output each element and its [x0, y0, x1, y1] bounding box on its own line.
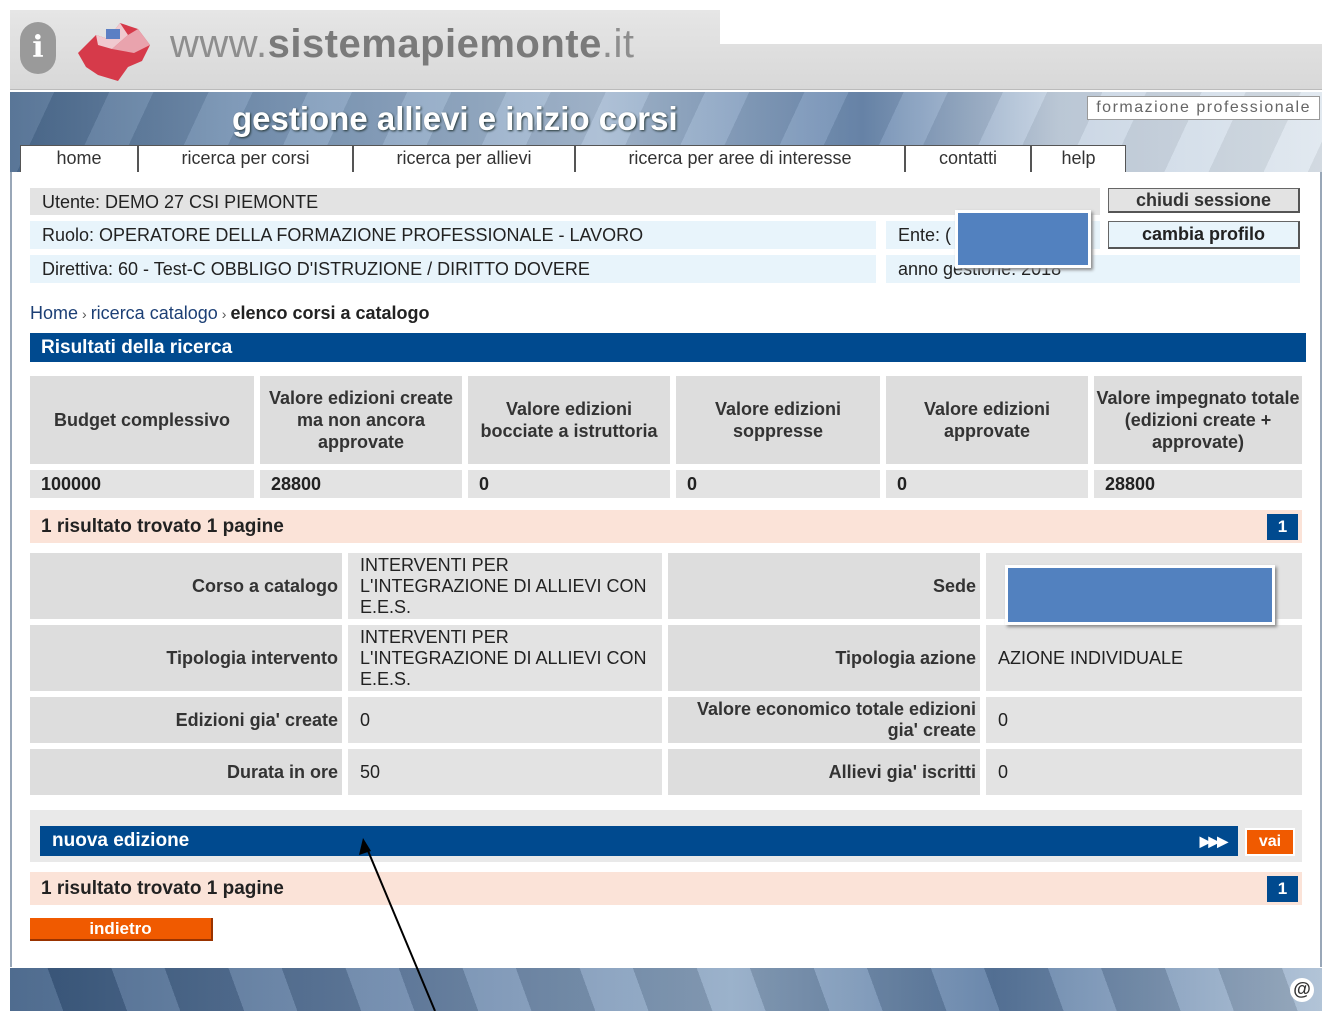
chiudi-sessione-button[interactable]: chiudi sessione — [1108, 188, 1300, 213]
info-icon[interactable]: i — [20, 22, 56, 74]
nav-home[interactable]: home — [20, 145, 138, 172]
budget-value-row: 100000 28800 0 0 0 28800 — [30, 470, 1302, 498]
breadcrumb-current: elenco corsi a catalogo — [230, 303, 430, 323]
budget-value: 0 — [886, 470, 1088, 498]
budget-header: Valore edizioni create ma non ancora app… — [260, 376, 462, 464]
durata-label: Durata in ore — [30, 749, 342, 795]
azione-label: Tipologia azione — [668, 625, 980, 691]
results-count-bar: 1 risultato trovato 1 pagine 1 — [30, 872, 1302, 905]
redacted-box — [1005, 565, 1275, 625]
page-link[interactable]: 1 — [1267, 514, 1298, 540]
site-logo-text[interactable]: www.sistemapiemonte.it — [170, 22, 634, 67]
user-name: Utente: DEMO 27 CSI PIEMONTE — [30, 188, 1100, 215]
redacted-box — [955, 210, 1091, 268]
budget-value: 28800 — [260, 470, 462, 498]
page-link[interactable]: 1 — [1267, 876, 1298, 902]
corso-label: Corso a catalogo — [30, 553, 342, 619]
portal-header-tab — [720, 10, 1322, 44]
breadcrumb-home[interactable]: Home — [30, 303, 78, 323]
nav-ricerca-corsi[interactable]: ricerca per corsi — [138, 145, 353, 172]
budget-header: Valore edizioni approvate — [886, 376, 1088, 464]
results-count: 1 risultato trovato 1 pagine — [41, 516, 284, 537]
detail-row: Durata in ore 50 Allievi gia' iscritti 0 — [30, 749, 1302, 795]
frame-left — [10, 172, 12, 967]
breadcrumb-separator: › — [221, 306, 227, 322]
sede-label: Sede — [668, 553, 980, 619]
budget-header: Valore edizioni bocciate a istruttoria — [468, 376, 670, 464]
nav-help[interactable]: help — [1031, 145, 1126, 172]
tipologia-label: Tipologia intervento — [30, 625, 342, 691]
nav-contatti[interactable]: contatti — [905, 145, 1031, 172]
cambia-profilo-button[interactable]: cambia profilo — [1108, 221, 1300, 249]
app-title: gestione allievi e inizio corsi — [232, 100, 678, 137]
breadcrumb: Home › ricerca catalogo › elenco corsi a cat… — [30, 303, 430, 324]
valore-value: 0 — [986, 697, 1302, 743]
allievi-label: Allievi gia' iscritti — [668, 749, 980, 795]
nuova-edizione-label: nuova edizione — [52, 830, 190, 851]
piemonte-logo-icon[interactable] — [68, 15, 158, 85]
budget-table: Budget complessivo Valore edizioni creat… — [30, 376, 1302, 498]
valore-label: Valore economico totale edizioni gia' cr… — [668, 697, 980, 743]
budget-value: 28800 — [1094, 470, 1302, 498]
edizioni-label: Edizioni gia' create — [30, 697, 342, 743]
email-icon[interactable]: @ — [1290, 978, 1314, 1002]
budget-value: 0 — [468, 470, 670, 498]
detail-row: Edizioni gia' create 0 Valore economico … — [30, 697, 1302, 743]
azione-value: AZIONE INDIVIDUALE — [986, 625, 1302, 691]
indietro-button[interactable]: indietro — [30, 918, 213, 941]
footer-banner: @ — [10, 968, 1322, 1011]
budget-value: 0 — [676, 470, 880, 498]
edizioni-value: 0 — [348, 697, 662, 743]
budget-value: 100000 — [30, 470, 254, 498]
durata-value: 50 — [348, 749, 662, 795]
breadcrumb-ricerca-catalogo[interactable]: ricerca catalogo — [91, 303, 218, 323]
breadcrumb-separator: › — [82, 306, 87, 322]
tipologia-value: INTERVENTI PER L'INTEGRAZIONE DI ALLIEVI… — [348, 625, 662, 691]
footer-background — [10, 968, 1322, 1011]
budget-header: Valore impegnato totale (edizioni create… — [1094, 376, 1302, 464]
anno-gestione: anno gestione: 2018 — [886, 255, 1300, 283]
section-title: Risultati della ricerca — [30, 333, 1306, 362]
budget-header: Budget complessivo — [30, 376, 254, 464]
results-count: 1 risultato trovato 1 pagine — [41, 878, 284, 899]
arrows-icon: ▶▶▶ — [1199, 833, 1228, 849]
portal-header: i www.sistemapiemonte.it — [10, 10, 1322, 90]
detail-row: Tipologia intervento INTERVENTI PER L'IN… — [30, 625, 1302, 691]
results-count-bar: 1 risultato trovato 1 pagine 1 — [30, 510, 1302, 543]
main-nav: home ricerca per corsi ricerca per allie… — [20, 145, 1126, 172]
nav-ricerca-aree[interactable]: ricerca per aree di interesse — [575, 145, 905, 172]
nuova-edizione-bar[interactable]: nuova edizione ▶▶▶ — [40, 826, 1238, 856]
user-direttiva: Direttiva: 60 - Test-C OBBLIGO D'ISTRUZI… — [30, 255, 876, 283]
banner-tag: formazione professionale — [1087, 96, 1320, 120]
allievi-value: 0 — [986, 749, 1302, 795]
budget-header: Valore edizioni soppresse — [676, 376, 880, 464]
budget-header-row: Budget complessivo Valore edizioni creat… — [30, 376, 1302, 464]
vai-button[interactable]: vai — [1245, 828, 1295, 856]
user-role: Ruolo: OPERATORE DELLA FORMAZIONE PROFES… — [30, 221, 876, 249]
corso-value: INTERVENTI PER L'INTEGRAZIONE DI ALLIEVI… — [348, 553, 662, 619]
nav-ricerca-allievi[interactable]: ricerca per allievi — [353, 145, 575, 172]
